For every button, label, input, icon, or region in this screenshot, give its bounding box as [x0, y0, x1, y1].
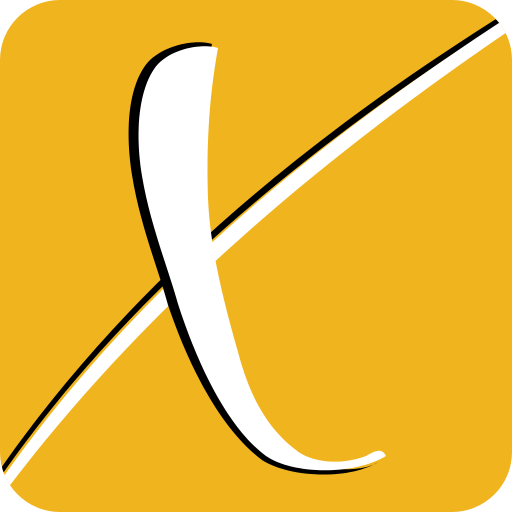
- app-icon[interactable]: [0, 0, 512, 512]
- x-logo-icon: [0, 0, 512, 512]
